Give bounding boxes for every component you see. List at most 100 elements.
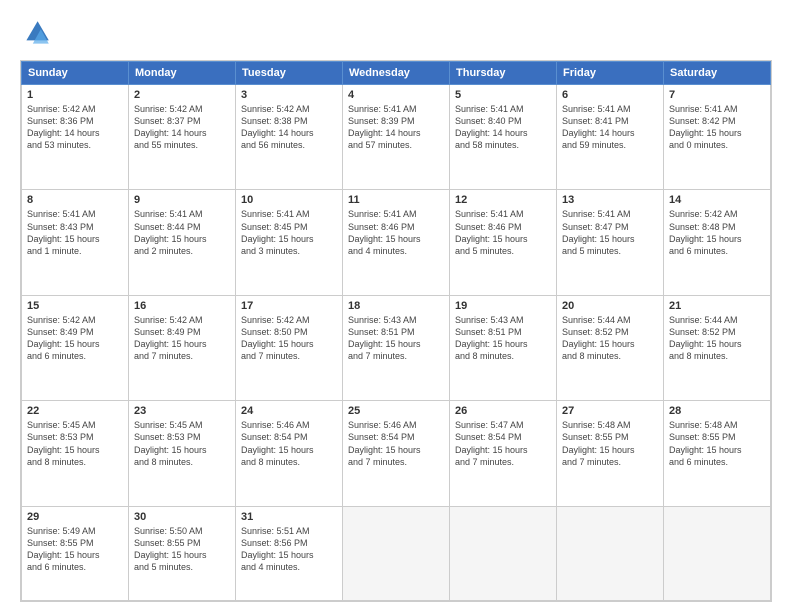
day-cell: 12 Sunrise: 5:41 AM Sunset: 8:46 PM Dayli… (450, 190, 557, 295)
header-cell-friday: Friday (557, 62, 664, 85)
day-cell: 21 Sunrise: 5:44 AM Sunset: 8:52 PM Dayli… (664, 295, 771, 400)
header-cell-tuesday: Tuesday (236, 62, 343, 85)
day-cell: 16 Sunrise: 5:42 AM Sunset: 8:49 PM Dayli… (129, 295, 236, 400)
day-cell: 19Sunrise: 5:43 AM Sunset: 8:51 PM Dayli… (450, 295, 557, 400)
day-info: Sunrise: 5:47 AM Sunset: 8:54 PM Dayligh… (455, 419, 551, 468)
day-info: Sunrise: 5:45 AM Sunset: 8:53 PM Dayligh… (27, 419, 123, 468)
day-number: 28 (669, 405, 765, 417)
day-info: Sunrise: 5:41 AM Sunset: 8:42 PM Dayligh… (669, 103, 765, 152)
day-cell (664, 506, 771, 600)
calendar-body: 1 Sunrise: 5:42 AM Sunset: 8:36 PM Daylig… (22, 85, 771, 601)
day-cell: 9 Sunrise: 5:41 AM Sunset: 8:44 PM Daylig… (129, 190, 236, 295)
day-info: Sunrise: 5:42 AM Sunset: 8:36 PM Dayligh… (27, 103, 123, 152)
day-number: 8 (27, 194, 123, 206)
day-info: Sunrise: 5:42 AM Sunset: 8:50 PM Dayligh… (241, 314, 337, 363)
header-row: SundayMondayTuesdayWednesdayThursdayFrid… (22, 62, 771, 85)
calendar-table: SundayMondayTuesdayWednesdayThursdayFrid… (21, 61, 771, 601)
day-number: 13 (562, 194, 658, 206)
day-cell: 25 Sunrise: 5:46 AM Sunset: 8:54 PM Dayli… (343, 401, 450, 506)
header-cell-monday: Monday (129, 62, 236, 85)
day-number: 6 (562, 89, 658, 101)
day-cell: 5Sunrise: 5:41 AM Sunset: 8:40 PM Daylig… (450, 85, 557, 190)
day-cell: 28 Sunrise: 5:48 AM Sunset: 8:55 PM Dayli… (664, 401, 771, 506)
day-info: Sunrise: 5:49 AM Sunset: 8:55 PM Dayligh… (27, 525, 123, 574)
week-row-5: 29 Sunrise: 5:49 AM Sunset: 8:55 PM Dayli… (22, 506, 771, 600)
day-info: Sunrise: 5:41 AM Sunset: 8:39 PM Dayligh… (348, 103, 444, 152)
calendar-header: SundayMondayTuesdayWednesdayThursdayFrid… (22, 62, 771, 85)
day-number: 2 (134, 89, 230, 101)
day-info: Sunrise: 5:42 AM Sunset: 8:37 PM Dayligh… (134, 103, 230, 152)
day-number: 7 (669, 89, 765, 101)
day-cell: 14 Sunrise: 5:42 AM Sunset: 8:48 PM Dayli… (664, 190, 771, 295)
day-info: Sunrise: 5:41 AM Sunset: 8:46 PM Dayligh… (455, 208, 551, 257)
day-number: 20 (562, 300, 658, 312)
day-cell: 13 Sunrise: 5:41 AM Sunset: 8:47 PM Dayli… (557, 190, 664, 295)
header (20, 18, 772, 50)
day-info: Sunrise: 5:41 AM Sunset: 8:45 PM Dayligh… (241, 208, 337, 257)
day-info: Sunrise: 5:42 AM Sunset: 8:48 PM Dayligh… (669, 208, 765, 257)
day-info: Sunrise: 5:48 AM Sunset: 8:55 PM Dayligh… (562, 419, 658, 468)
day-number: 29 (27, 511, 123, 523)
day-cell: 2 Sunrise: 5:42 AM Sunset: 8:37 PM Daylig… (129, 85, 236, 190)
day-number: 25 (348, 405, 444, 417)
day-number: 26 (455, 405, 551, 417)
day-number: 27 (562, 405, 658, 417)
day-info: Sunrise: 5:41 AM Sunset: 8:47 PM Dayligh… (562, 208, 658, 257)
day-cell: 17 Sunrise: 5:42 AM Sunset: 8:50 PM Dayli… (236, 295, 343, 400)
day-info: Sunrise: 5:44 AM Sunset: 8:52 PM Dayligh… (669, 314, 765, 363)
day-cell (343, 506, 450, 600)
day-info: Sunrise: 5:42 AM Sunset: 8:49 PM Dayligh… (134, 314, 230, 363)
day-cell: 30Sunrise: 5:50 AM Sunset: 8:55 PM Dayli… (129, 506, 236, 600)
day-info: Sunrise: 5:51 AM Sunset: 8:56 PM Dayligh… (241, 525, 337, 574)
day-number: 21 (669, 300, 765, 312)
day-cell: 3 Sunrise: 5:42 AM Sunset: 8:38 PM Daylig… (236, 85, 343, 190)
day-number: 14 (669, 194, 765, 206)
day-info: Sunrise: 5:41 AM Sunset: 8:46 PM Dayligh… (348, 208, 444, 257)
day-info: Sunrise: 5:41 AM Sunset: 8:41 PM Dayligh… (562, 103, 658, 152)
calendar: SundayMondayTuesdayWednesdayThursdayFrid… (20, 60, 772, 602)
day-cell: 10 Sunrise: 5:41 AM Sunset: 8:45 PM Dayli… (236, 190, 343, 295)
day-number: 19 (455, 300, 551, 312)
day-number: 3 (241, 89, 337, 101)
day-number: 9 (134, 194, 230, 206)
day-info: Sunrise: 5:41 AM Sunset: 8:43 PM Dayligh… (27, 208, 123, 257)
day-cell: 22 Sunrise: 5:45 AM Sunset: 8:53 PM Dayli… (22, 401, 129, 506)
day-cell: 1 Sunrise: 5:42 AM Sunset: 8:36 PM Daylig… (22, 85, 129, 190)
day-number: 30 (134, 511, 230, 523)
week-row-1: 1 Sunrise: 5:42 AM Sunset: 8:36 PM Daylig… (22, 85, 771, 190)
day-number: 17 (241, 300, 337, 312)
day-cell (450, 506, 557, 600)
day-cell: 7 Sunrise: 5:41 AM Sunset: 8:42 PM Daylig… (664, 85, 771, 190)
day-info: Sunrise: 5:48 AM Sunset: 8:55 PM Dayligh… (669, 419, 765, 468)
day-number: 24 (241, 405, 337, 417)
day-number: 18 (348, 300, 444, 312)
day-cell: 23Sunrise: 5:45 AM Sunset: 8:53 PM Dayli… (129, 401, 236, 506)
day-cell: 15Sunrise: 5:42 AM Sunset: 8:49 PM Dayli… (22, 295, 129, 400)
header-cell-saturday: Saturday (664, 62, 771, 85)
day-info: Sunrise: 5:41 AM Sunset: 8:44 PM Dayligh… (134, 208, 230, 257)
day-cell: 11Sunrise: 5:41 AM Sunset: 8:46 PM Dayli… (343, 190, 450, 295)
week-row-4: 22 Sunrise: 5:45 AM Sunset: 8:53 PM Dayli… (22, 401, 771, 506)
day-number: 12 (455, 194, 551, 206)
day-number: 31 (241, 511, 337, 523)
day-info: Sunrise: 5:46 AM Sunset: 8:54 PM Dayligh… (348, 419, 444, 468)
header-cell-thursday: Thursday (450, 62, 557, 85)
day-cell: 27 Sunrise: 5:48 AM Sunset: 8:55 PM Dayli… (557, 401, 664, 506)
day-info: Sunrise: 5:43 AM Sunset: 8:51 PM Dayligh… (348, 314, 444, 363)
day-info: Sunrise: 5:41 AM Sunset: 8:40 PM Dayligh… (455, 103, 551, 152)
day-cell: 29 Sunrise: 5:49 AM Sunset: 8:55 PM Dayli… (22, 506, 129, 600)
day-number: 10 (241, 194, 337, 206)
day-number: 16 (134, 300, 230, 312)
week-row-3: 15 Sunrise: 5:42 AM Sunset: 8:49 PM Dayli… (22, 295, 771, 400)
day-cell (557, 506, 664, 600)
day-number: 22 (27, 405, 123, 417)
day-number: 4 (348, 89, 444, 101)
day-number: 1 (27, 89, 123, 101)
day-info: Sunrise: 5:42 AM Sunset: 8:38 PM Dayligh… (241, 103, 337, 152)
day-number: 15 (27, 300, 123, 312)
day-cell: 18 Sunrise: 5:43 AM Sunset: 8:51 PM Dayli… (343, 295, 450, 400)
day-info: Sunrise: 5:45 AM Sunset: 8:53 PM Dayligh… (134, 419, 230, 468)
logo-icon (20, 18, 52, 50)
week-row-2: 8 Sunrise: 5:41 AM Sunset: 8:43 PM Daylig… (22, 190, 771, 295)
day-cell: 4 Sunrise: 5:41 AM Sunset: 8:39 PM Daylig… (343, 85, 450, 190)
